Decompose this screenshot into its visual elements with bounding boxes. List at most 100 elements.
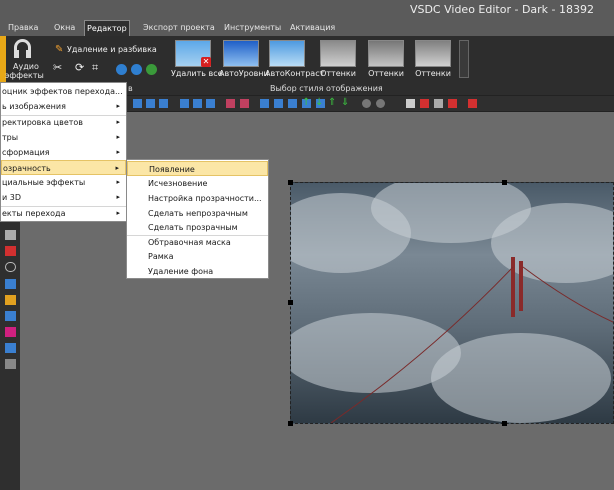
headphones-icon xyxy=(14,39,31,58)
resize-handle[interactable] xyxy=(288,180,293,185)
preset-grayscale-2[interactable]: Оттенки xyxy=(364,40,408,80)
align-middle-icon[interactable] xyxy=(193,99,202,108)
rotate-icon[interactable]: ⟳ xyxy=(75,61,84,74)
menu-item-transition-effects[interactable]: екты перехода ▸ xyxy=(1,206,126,221)
audio-effects-label-2: эффекты xyxy=(5,71,44,80)
split-delete-button[interactable]: Удаление и разбивка xyxy=(67,45,157,54)
sprite-icon[interactable] xyxy=(5,295,16,305)
tab-editor[interactable]: Редактор xyxy=(84,20,130,36)
menu-item-label: тры xyxy=(2,133,19,142)
submenu-arrow-icon: ▸ xyxy=(116,148,120,156)
audio-effects-button[interactable]: Аудио эффекты xyxy=(0,36,44,85)
align-center-icon[interactable] xyxy=(146,99,155,108)
arrow-up-icon[interactable]: ↑ xyxy=(302,97,310,108)
menu-item-color-correction[interactable]: ректировка цветов ▸ xyxy=(1,115,126,130)
preset-label: Оттенки xyxy=(368,69,404,78)
menu-item-label: и 3D xyxy=(2,193,21,202)
align-top-icon[interactable] xyxy=(180,99,189,108)
submenu-item-frame[interactable]: Рамка xyxy=(127,249,268,264)
distribute-horizontal-icon[interactable] xyxy=(226,99,235,108)
menu-item-filters[interactable]: тры ▸ xyxy=(1,130,126,145)
submenu-item-clipping-mask[interactable]: Обтравочная маска xyxy=(127,235,268,250)
text-icon[interactable] xyxy=(5,230,16,240)
preset-label: Удалить все xyxy=(171,69,223,78)
remove-icon: ✕ xyxy=(201,57,211,67)
menu-item-label: сформация xyxy=(2,148,50,157)
submenu-arrow-icon: ▸ xyxy=(116,178,120,186)
menu-item-special-effects[interactable]: циальные эффекты ▸ xyxy=(1,175,126,190)
magnet-icon[interactable] xyxy=(420,99,429,108)
presets-scroll-buttons[interactable] xyxy=(459,40,469,78)
video-preview-object[interactable] xyxy=(290,182,614,424)
crop-icon[interactable]: ⌗ xyxy=(92,61,98,75)
audio-icon[interactable] xyxy=(5,327,16,337)
resize-handle[interactable] xyxy=(288,421,293,426)
tab-export[interactable]: Экспорт проекта xyxy=(141,20,217,36)
menu-item-label: оцник эффектов перехода... xyxy=(2,87,123,96)
subtitle-icon[interactable] xyxy=(5,246,16,256)
transparency-submenu: Появление Исчезновение Настройка прозрач… xyxy=(126,159,269,279)
group-label-left: в xyxy=(128,84,133,93)
window-title: VSDC Video Editor - Dark - 18392 xyxy=(409,3,594,16)
balloon-thumbnail-icon xyxy=(269,40,305,67)
shape-icon[interactable] xyxy=(5,262,16,272)
resize-handle[interactable] xyxy=(502,180,507,185)
preset-remove-all[interactable]: ✕ Удалить все xyxy=(171,40,223,80)
submenu-item-make-opaque[interactable]: Сделать непрозрачным xyxy=(127,206,268,221)
preset-label: АвтоУровни xyxy=(219,69,269,78)
ungroup-icon[interactable] xyxy=(376,99,385,108)
menu-item-label: ректировка цветов xyxy=(2,118,84,127)
snap-icon[interactable] xyxy=(434,99,443,108)
menu-item-transparency[interactable]: озрачность ▸ xyxy=(1,160,126,175)
brush-icon[interactable] xyxy=(468,99,477,108)
preset-auto-contrast[interactable]: АвтоКонтраст xyxy=(265,40,325,80)
bridge-cables xyxy=(330,266,613,423)
group-icon[interactable] xyxy=(362,99,371,108)
arrow-down-icon[interactable]: ↓ xyxy=(315,97,323,108)
same-height-icon[interactable] xyxy=(274,99,283,108)
same-width-icon[interactable] xyxy=(260,99,269,108)
cut-icon[interactable]: ✂ xyxy=(53,61,62,74)
arrow-top-icon[interactable]: ⇑ xyxy=(328,97,336,108)
tab-tools[interactable]: Инструменты xyxy=(222,20,283,36)
reverse-icon[interactable] xyxy=(131,64,142,75)
menu-item-image[interactable]: ь изображения ▸ xyxy=(1,99,126,114)
chart-icon[interactable] xyxy=(5,279,16,289)
arrow-bottom-icon[interactable]: ⇓ xyxy=(341,97,349,108)
same-size-icon[interactable] xyxy=(288,99,297,108)
distribute-vertical-icon[interactable] xyxy=(240,99,249,108)
menu-item-3d[interactable]: и 3D ▸ xyxy=(1,190,126,205)
align-left-icon[interactable] xyxy=(133,99,142,108)
resize-handle[interactable] xyxy=(288,300,293,305)
tab-edit[interactable]: Правка xyxy=(6,20,40,36)
preset-grayscale-3[interactable]: Оттенки xyxy=(411,40,455,80)
flip-icon[interactable] xyxy=(448,99,457,108)
play-icon[interactable] xyxy=(146,64,157,75)
preset-label: АвтоКонтраст xyxy=(265,69,325,78)
grid-icon[interactable] xyxy=(5,359,16,369)
submenu-item-remove-background[interactable]: Удаление фона xyxy=(127,264,268,279)
speed-icon[interactable] xyxy=(116,64,127,75)
submenu-item-make-transparent[interactable]: Сделать прозрачным xyxy=(127,220,268,235)
image-icon[interactable] xyxy=(5,311,16,321)
submenu-arrow-icon: ▸ xyxy=(116,209,120,217)
balloon-thumbnail-icon xyxy=(320,40,356,67)
layer-icon[interactable] xyxy=(406,99,415,108)
menu-item-transform[interactable]: сформация ▸ xyxy=(1,145,126,160)
submenu-arrow-icon: ▸ xyxy=(115,164,119,172)
tab-activation[interactable]: Активация xyxy=(288,20,337,36)
menu-item-transition-wizard[interactable]: оцник эффектов перехода... xyxy=(1,84,126,99)
submenu-item-fade-out[interactable]: Исчезновение xyxy=(127,176,268,191)
align-bottom-icon[interactable] xyxy=(206,99,215,108)
tab-windows[interactable]: Окна xyxy=(52,20,77,36)
resize-handle[interactable] xyxy=(502,421,507,426)
preset-auto-levels[interactable]: АвтоУровни xyxy=(219,40,269,80)
audio-effects-label-1: Аудио xyxy=(13,62,39,71)
preset-grayscale-1[interactable]: Оттенки xyxy=(316,40,360,80)
video-icon[interactable] xyxy=(5,343,16,353)
submenu-item-fade-in[interactable]: Появление xyxy=(127,161,268,176)
align-right-icon[interactable] xyxy=(159,99,168,108)
submenu-item-transparency-settings[interactable]: Настройка прозрачности... xyxy=(127,191,268,206)
title-bar: VSDC Video Editor - Dark - 18392 xyxy=(0,0,614,19)
menu-item-label: озрачность xyxy=(3,164,51,173)
